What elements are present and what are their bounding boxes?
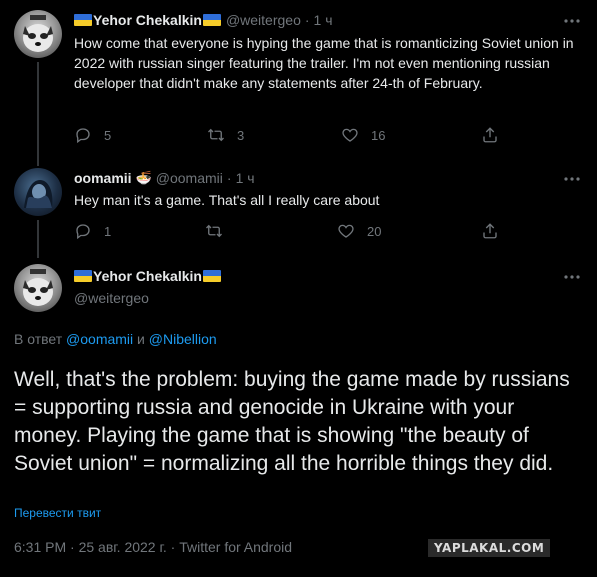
- author-name[interactable]: oomamii: [74, 170, 132, 186]
- thread-line: [37, 220, 39, 258]
- more-icon[interactable]: [563, 268, 581, 286]
- share-button[interactable]: [481, 126, 511, 144]
- like-button[interactable]: 20: [337, 222, 381, 240]
- more-icon[interactable]: [563, 12, 581, 30]
- avatar[interactable]: [14, 168, 62, 216]
- share-button[interactable]: [481, 222, 511, 240]
- retweet-button[interactable]: [205, 222, 235, 240]
- main-tweet-header: Yehor Chekalkin: [74, 268, 222, 284]
- mention-link[interactable]: @Nibellion: [149, 331, 217, 347]
- noodle-emoji-icon: 🍜: [135, 170, 152, 185]
- tweet1-header: Yehor Chekalkin @weitergeo · 1 ч: [74, 12, 333, 28]
- reply-prefix: В ответ: [14, 331, 63, 347]
- tweet-text: How come that everyone is hyping the gam…: [74, 35, 574, 91]
- reply-count: 5: [104, 127, 112, 143]
- ukraine-flag-icon: [202, 14, 221, 26]
- main-tweet-text: Well, that's the problem: buying the gam…: [14, 368, 570, 475]
- reply-button[interactable]: 5: [74, 126, 111, 144]
- timestamp[interactable]: 1 ч: [314, 12, 333, 28]
- more-icon[interactable]: [563, 170, 581, 188]
- share-icon: [483, 127, 497, 143]
- retweet-icon: [208, 128, 224, 142]
- heart-icon: [338, 224, 354, 238]
- reply-context: В ответ @oomamii и @Nibellion: [14, 331, 217, 347]
- reply-and: и: [137, 331, 145, 347]
- retweet-count: 3: [237, 127, 245, 143]
- ukraine-flag-icon: [74, 14, 92, 26]
- heart-icon: [342, 128, 358, 142]
- thread-line: [37, 62, 39, 166]
- retweet-icon: [206, 224, 222, 238]
- tweet2-header: oomamii 🍜 @oomamii · 1 ч: [74, 170, 255, 186]
- avatar[interactable]: [14, 10, 62, 58]
- author-handle[interactable]: @weitergeo: [74, 290, 149, 306]
- watermark: YAPLAKAL.COM: [428, 539, 551, 557]
- reply-icon: [76, 128, 90, 144]
- ukraine-flag-icon: [202, 270, 221, 282]
- avatar[interactable]: [14, 264, 62, 312]
- tweet-text: Hey man it's a game. That's all I really…: [74, 192, 380, 208]
- author-name[interactable]: Yehor Chekalkin: [93, 12, 202, 28]
- mention-link[interactable]: @oomamii: [66, 331, 133, 347]
- share-icon: [483, 223, 497, 239]
- reply-button[interactable]: 1: [74, 222, 111, 240]
- like-button[interactable]: 16: [341, 126, 385, 144]
- reply-count: 1: [104, 223, 112, 239]
- author-handle[interactable]: @oomamii: [156, 170, 223, 186]
- separator: ·: [226, 170, 232, 186]
- separator: ·: [304, 12, 310, 28]
- like-count: 20: [367, 223, 382, 239]
- like-count: 16: [371, 127, 386, 143]
- author-handle[interactable]: @weitergeo: [226, 12, 301, 28]
- ukraine-flag-icon: [74, 270, 92, 282]
- author-name[interactable]: Yehor Chekalkin: [93, 268, 202, 284]
- reply-icon: [76, 224, 90, 240]
- translate-link[interactable]: Перевести твит: [14, 506, 101, 520]
- retweet-button[interactable]: 3: [207, 126, 244, 144]
- timestamp[interactable]: 1 ч: [236, 170, 255, 186]
- tweet-meta: 6:31 PM · 25 авг. 2022 г. · Twitter for …: [14, 539, 293, 555]
